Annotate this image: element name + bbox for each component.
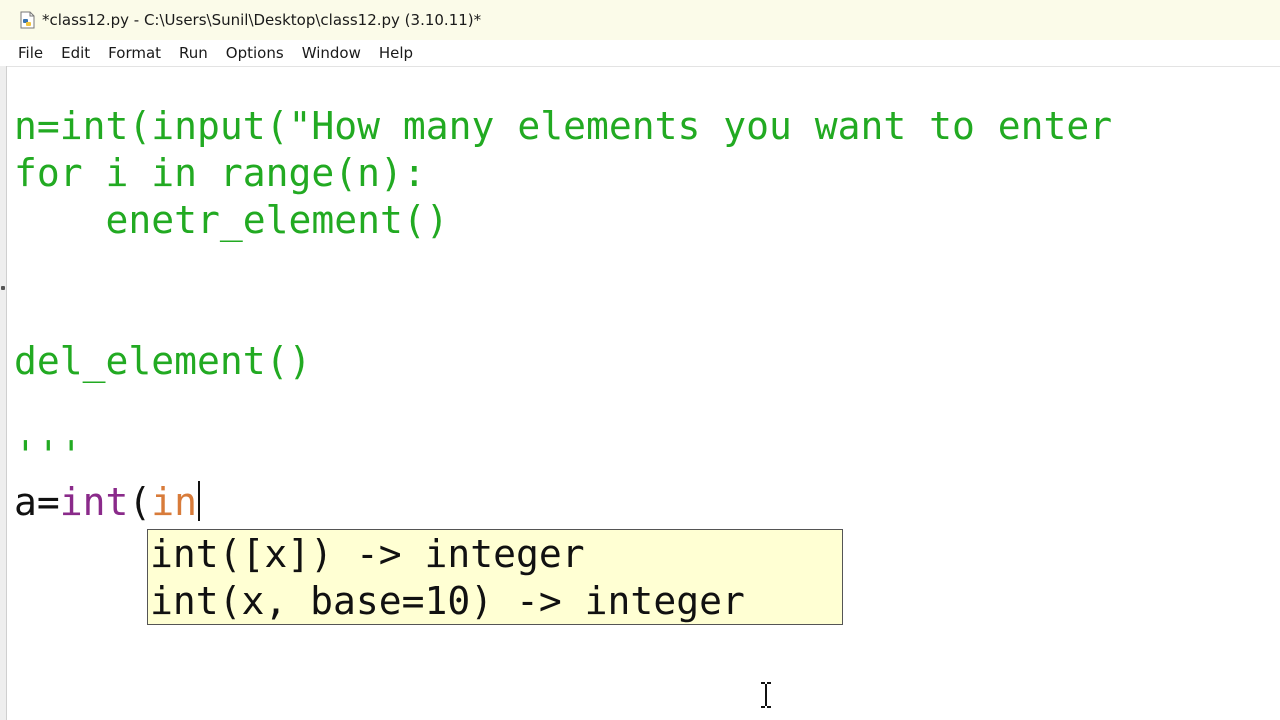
- menu-format[interactable]: Format: [99, 40, 170, 66]
- menu-run[interactable]: Run: [170, 40, 217, 66]
- typed-text: in: [151, 480, 198, 524]
- code-prefix: a=: [14, 480, 60, 524]
- calltip-line-2: int(x, base=10) -> integer: [150, 579, 745, 623]
- idle-editor-window: *class12.py - C:\Users\Sunil\Desktop\cla…: [0, 0, 1280, 720]
- code-line-2[interactable]: for i in range(n):: [14, 150, 426, 196]
- builtin-int: int: [59, 480, 129, 524]
- python-file-icon: [20, 11, 36, 29]
- menu-options[interactable]: Options: [217, 40, 293, 66]
- window-title: *class12.py - C:\Users\Sunil\Desktop\cla…: [42, 11, 482, 29]
- editor-left-border: [0, 66, 7, 720]
- code-line-8[interactable]: ''': [14, 432, 83, 478]
- code-line-3[interactable]: enetr_element(): [14, 197, 449, 243]
- text-caret: [198, 481, 201, 521]
- code-line-6[interactable]: del_element(): [14, 338, 311, 384]
- open-paren: (: [128, 480, 152, 524]
- i-beam-cursor-icon: [758, 681, 774, 709]
- code-line-9[interactable]: a=int(in: [14, 479, 201, 525]
- menu-bar: File Edit Format Run Options Window Help: [0, 40, 1280, 67]
- calltip-line-1: int([x]) -> integer: [150, 532, 585, 576]
- menu-window[interactable]: Window: [293, 40, 370, 66]
- menu-help[interactable]: Help: [370, 40, 422, 66]
- calltip-popup: int([x]) -> integer int(x, base=10) -> i…: [147, 529, 843, 625]
- gutter-marker: [1, 286, 5, 290]
- code-line-1[interactable]: n=int(input("How many elements you want …: [14, 103, 1112, 149]
- title-bar: *class12.py - C:\Users\Sunil\Desktop\cla…: [0, 0, 1280, 40]
- menu-file[interactable]: File: [0, 40, 52, 66]
- menu-edit[interactable]: Edit: [52, 40, 99, 66]
